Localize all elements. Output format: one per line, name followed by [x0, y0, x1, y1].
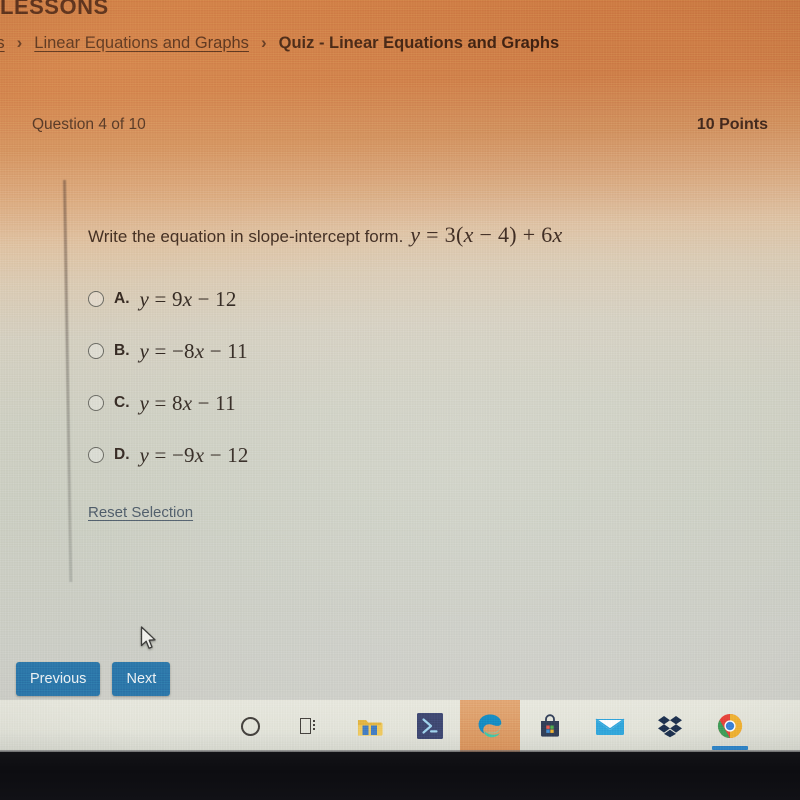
quiz-navigation-buttons: Previous Next: [16, 662, 171, 696]
answer-choice-d-letter: D.: [114, 446, 130, 463]
answer-choice-a[interactable]: A. y = 9x − 12: [88, 284, 748, 314]
radio-button-c[interactable]: [88, 395, 104, 411]
powershell-icon[interactable]: [400, 700, 460, 752]
dropbox-icon[interactable]: [640, 700, 700, 752]
answer-choice-c[interactable]: C. y = 8x − 11: [88, 388, 748, 418]
breadcrumb-separator-2: ›: [260, 33, 267, 52]
answer-choice-c-letter: C.: [114, 394, 130, 411]
cortana-icon[interactable]: [220, 700, 280, 752]
question-counter: Question 4 of 10: [32, 116, 146, 133]
question-meta-row: Question 4 of 10 10 Points: [0, 116, 800, 134]
photographed-monitor-screenshot: LESSONS ons › Linear Equations and Graph…: [0, 0, 800, 800]
previous-button[interactable]: Previous: [16, 662, 101, 696]
windows-taskbar: [0, 700, 800, 752]
radio-button-d[interactable]: [88, 447, 104, 463]
radio-button-b[interactable]: [88, 343, 104, 359]
answer-choices-list: A. y = 9x − 12 B. y = −8x − 11 C. y = 8x…: [88, 284, 748, 470]
answer-choice-b-equation: y = −8x − 11: [139, 338, 248, 363]
breadcrumb-item-current-quiz: Quiz - Linear Equations and Graphs: [278, 33, 560, 52]
task-view-icon[interactable]: [280, 700, 340, 752]
question-left-rule: [63, 179, 73, 582]
mail-icon[interactable]: [580, 700, 640, 752]
microsoft-store-icon[interactable]: [520, 700, 580, 752]
monitor-screen-area: LESSONS ons › Linear Equations and Graph…: [0, 0, 800, 757]
question-prompt-text: Write the equation in slope-intercept fo…: [88, 227, 404, 246]
answer-choice-b[interactable]: B. y = −8x − 11: [88, 336, 748, 366]
breadcrumb-item-lessons[interactable]: ons: [0, 34, 5, 53]
answer-choice-c-equation: y = 8x − 11: [139, 390, 236, 415]
breadcrumb-item-linear-equations-and-graphs[interactable]: Linear Equations and Graphs: [34, 34, 249, 53]
reset-selection-link[interactable]: Reset Selection: [88, 504, 193, 521]
breadcrumb-separator-1: ›: [16, 33, 23, 52]
answer-choice-b-letter: B.: [114, 342, 130, 359]
mouse-cursor: [140, 626, 156, 649]
question-prompt: Write the equation in slope-intercept fo…: [88, 222, 748, 248]
answer-choice-a-equation: y = 9x − 12: [139, 286, 237, 311]
answer-choice-a-letter: A.: [114, 290, 130, 307]
question-equation: y = 3(x − 4) + 6x: [410, 222, 563, 247]
breadcrumb: ons › Linear Equations and Graphs › Quiz…: [0, 33, 559, 53]
edge-icon[interactable]: [460, 700, 520, 752]
answer-choice-d[interactable]: D. y = −9x − 12: [88, 440, 748, 470]
points-badge: 10 Points: [696, 116, 768, 133]
question-body: Write the equation in slope-intercept fo…: [88, 222, 748, 522]
next-button[interactable]: Next: [112, 662, 171, 696]
file-explorer-icon[interactable]: [340, 700, 400, 752]
monitor-bezel: [0, 752, 800, 800]
answer-choice-d-equation: y = −9x − 12: [139, 442, 249, 467]
chrome-icon[interactable]: [700, 700, 760, 752]
lessons-section-label: LESSONS: [0, 0, 109, 19]
radio-button-a[interactable]: [88, 291, 104, 307]
